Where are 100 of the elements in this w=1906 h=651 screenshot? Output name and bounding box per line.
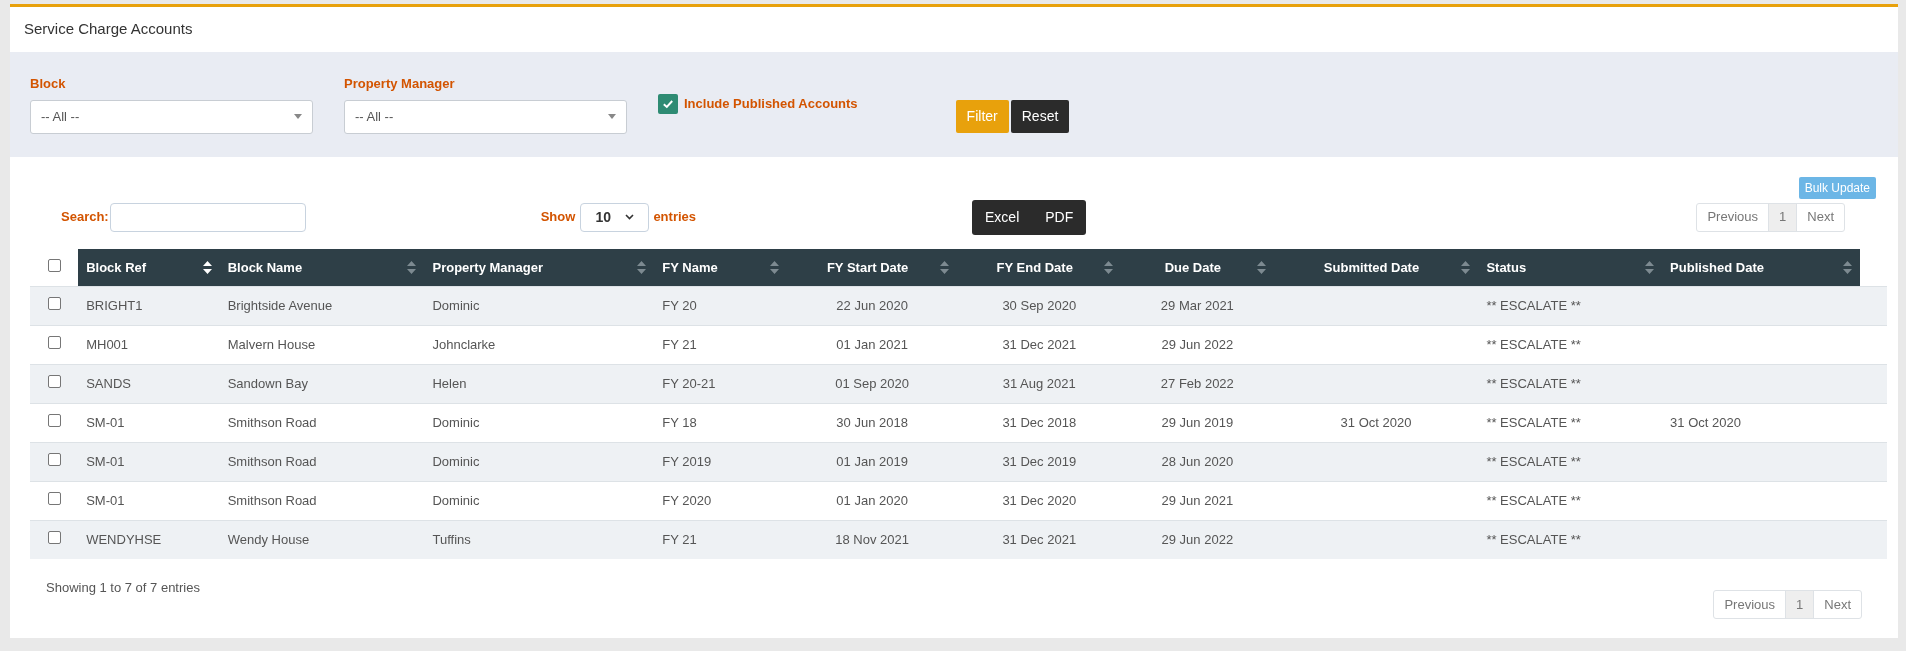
table-cell: Smithson Road <box>227 414 317 430</box>
table-cell: FY 21 <box>662 532 697 547</box>
sort-icon <box>940 260 950 274</box>
table-cell: FY 2019 <box>662 453 712 469</box>
table-cell: Brightside Avenue <box>227 297 333 313</box>
column-header[interactable]: Due Date <box>1121 249 1274 286</box>
table-cell: SM-01 <box>86 453 125 469</box>
checkbox[interactable] <box>47 374 61 388</box>
page-button[interactable]: 1 <box>1785 591 1815 618</box>
table-cell: 29 Jun 2019 <box>1161 414 1234 430</box>
sort-icon <box>637 260 647 274</box>
table-cell: SM-01 <box>86 492 125 508</box>
table-cell: 29 Jun 2021 <box>1161 492 1234 508</box>
table-cell: Dominic <box>432 297 480 313</box>
export-button[interactable]: Excel <box>972 199 1033 235</box>
column-header[interactable]: Submitted Date <box>1273 249 1479 286</box>
table-cell: 31 Aug 2021 <box>1002 375 1076 391</box>
column-header[interactable]: FY End Date <box>957 249 1122 286</box>
column-header[interactable]: Property Manager <box>424 249 655 286</box>
table-cell: ** ESCALATE ** <box>1486 532 1581 547</box>
next-button[interactable]: Next <box>1797 203 1844 231</box>
table-cell: 01 Jan 2019 <box>836 453 908 469</box>
checkbox[interactable] <box>47 258 61 272</box>
column-header[interactable]: FY Start Date <box>786 249 958 286</box>
field-label: Property Manager <box>344 75 456 93</box>
sort-icon <box>1645 260 1655 274</box>
table-cell: ** ESCALATE ** <box>1486 414 1581 430</box>
table-cell: 31 Dec 2021 <box>1002 336 1077 352</box>
previous-button[interactable]: Previous <box>1697 203 1769 231</box>
column-header[interactable]: FY Name <box>654 249 787 286</box>
checkbox[interactable] <box>47 413 61 427</box>
table-cell: FY 18 <box>662 414 697 430</box>
column-header[interactable]: Block Ref <box>78 249 220 286</box>
table-cell: FY 2020 <box>662 492 712 508</box>
table-cell: FY 21 <box>662 336 697 352</box>
dropdown[interactable]: -- All -- <box>344 99 627 134</box>
next-button[interactable]: Next <box>1814 591 1861 618</box>
sort-icon <box>1256 260 1266 274</box>
sort-icon <box>202 260 212 274</box>
table-cell: 28 Jun 2020 <box>1161 453 1234 469</box>
table-cell: 01 Jan 2020 <box>836 492 908 508</box>
sort-icon <box>769 260 779 274</box>
table-cell: Johnclarke <box>432 336 496 352</box>
table-cell: ** ESCALATE ** <box>1486 297 1581 313</box>
table-cell: 18 Nov 2021 <box>835 532 909 547</box>
table-cell: 01 Sep 2020 <box>835 375 909 391</box>
table-cell: FY 20-21 <box>662 375 716 391</box>
checkbox[interactable] <box>47 531 61 544</box>
checkbox-label: Include Published Accounts <box>684 95 858 114</box>
sort-icon <box>407 260 417 274</box>
table-cell: 29 Mar 2021 <box>1160 297 1234 313</box>
previous-button[interactable]: Previous <box>1714 591 1786 618</box>
checkbox[interactable] <box>47 452 61 466</box>
table-cell: WENDYHSE <box>86 532 162 547</box>
column-header[interactable]: Published Date <box>1662 249 1860 286</box>
search-label: Search: <box>61 208 109 227</box>
table-cell: BRIGHT1 <box>86 297 143 313</box>
export-button[interactable]: PDF <box>1032 199 1087 235</box>
table-cell: 31 Oct 2020 <box>1670 414 1741 430</box>
table-cell: 29 Jun 2022 <box>1161 532 1234 547</box>
caret-icon <box>294 114 302 119</box>
checkbox[interactable] <box>47 491 61 505</box>
table-cell: ** ESCALATE ** <box>1486 336 1581 352</box>
table-cell: SANDS <box>86 375 131 391</box>
entries-dropdown[interactable]: 10 <box>580 202 650 232</box>
entries-info: Showing 1 to 7 of 7 entries <box>46 579 200 597</box>
page-title: Service Charge Accounts <box>24 19 193 40</box>
checkbox[interactable] <box>47 296 61 310</box>
table-cell: MH001 <box>86 336 129 352</box>
checkbox[interactable] <box>658 94 678 114</box>
field-label: Block <box>30 75 67 93</box>
checkbox[interactable] <box>47 335 61 349</box>
column-header[interactable]: Status <box>1478 249 1663 286</box>
column-header[interactable]: Block Name <box>219 249 425 286</box>
reset-button[interactable]: Reset <box>1010 100 1070 133</box>
table-cell: Tuffins <box>432 532 471 547</box>
table-cell: Sandown Bay <box>227 375 308 391</box>
caret-icon <box>608 114 616 119</box>
table-cell: 22 Jun 2020 <box>836 297 908 313</box>
table-cell: FY 20 <box>662 297 697 313</box>
sort-icon <box>1104 260 1114 274</box>
check-icon <box>662 98 674 110</box>
page-button[interactable]: 1 <box>1768 203 1798 231</box>
table-cell: Wendy House <box>227 532 310 547</box>
search-field[interactable] <box>109 202 306 232</box>
table-cell: Malvern House <box>227 336 316 352</box>
table-cell: Smithson Road <box>227 492 317 508</box>
table-cell: Dominic <box>432 453 480 469</box>
table-cell: ** ESCALATE ** <box>1486 453 1581 469</box>
table-cell: 01 Jan 2021 <box>836 336 908 352</box>
chevron-icon <box>625 214 635 220</box>
sort-icon <box>1461 260 1471 274</box>
table-cell: 31 Dec 2020 <box>1002 492 1077 508</box>
table-cell: SM-01 <box>86 414 125 430</box>
table-cell: 30 Sep 2020 <box>1002 297 1077 313</box>
table-cell: 31 Oct 2020 <box>1340 414 1412 430</box>
dropdown[interactable]: -- All -- <box>30 99 313 134</box>
table-cell: Dominic <box>432 414 480 430</box>
table-cell: 31 Dec 2018 <box>1002 414 1077 430</box>
sort-icon <box>1842 260 1852 274</box>
